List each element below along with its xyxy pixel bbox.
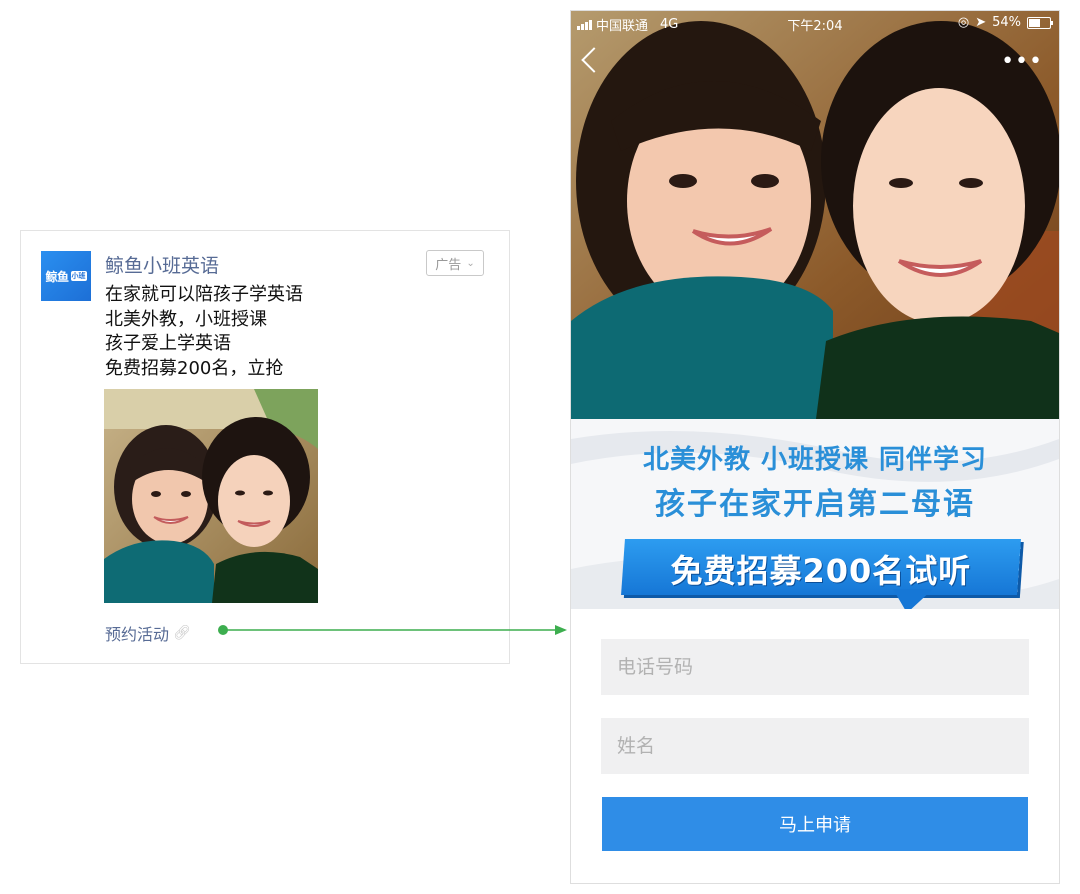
- battery-icon: [1027, 16, 1053, 29]
- ad-body-text: 在家就可以陪孩子学英语 北美外教，小班授课 孩子爱上学英语 免费招募200名，立…: [105, 283, 303, 381]
- location-icon: ➤: [975, 15, 987, 30]
- ad-body-line: 免费招募200名，立抢: [105, 357, 284, 379]
- connector-arrow: [218, 625, 567, 635]
- logo-badge: 小班: [70, 271, 87, 281]
- status-right: ◎ ➤ 54%: [957, 15, 1053, 30]
- ad-link-label: 预约活动: [105, 625, 170, 644]
- ad-body-line: 孩子爱上学英语: [105, 333, 231, 354]
- phone-landing-page: 中国联通 4G 下午2:04 ◎ ➤ 54% ••• 北美外教 小班授课 同伴学…: [570, 10, 1060, 884]
- headline-slogan: 孩子在家开启第二母语: [655, 487, 975, 522]
- moments-ad-card: 鲸鱼 小班 鲸鱼小班英语 广告 ⌄ 在家就可以陪孩子学英语 北美外教，小班授课 …: [20, 230, 510, 664]
- ad-tag-label: 广告: [435, 257, 462, 273]
- brand-logo[interactable]: 鲸鱼 小班: [41, 251, 91, 301]
- rotation-lock-icon: ◎: [957, 15, 970, 30]
- status-bar: 中国联通 4G 下午2:04 ◎ ➤ 54%: [571, 11, 1059, 35]
- name-field[interactable]: [601, 718, 1029, 774]
- ad-photo[interactable]: [104, 389, 318, 603]
- more-icon[interactable]: •••: [1001, 49, 1043, 74]
- apply-now-button[interactable]: 马上申请: [602, 797, 1028, 851]
- phone-number-field[interactable]: [601, 639, 1029, 695]
- ad-tag-button[interactable]: 广告 ⌄: [426, 250, 484, 276]
- ad-body-line: 北美外教，小班授课: [105, 308, 267, 330]
- headline-features: 北美外教 小班授课 同伴学习: [642, 445, 988, 475]
- link-icon: 🔗︎: [173, 625, 191, 641]
- logo-text: 鲸鱼: [45, 269, 69, 284]
- promo-badge: 免费招募200名试听: [621, 539, 1021, 595]
- hero-photo: 中国联通 4G 下午2:04 ◎ ➤ 54% •••: [571, 11, 1059, 419]
- account-name[interactable]: 鲸鱼小班英语: [105, 251, 219, 278]
- ad-action-link[interactable]: 预约活动 🔗︎: [105, 621, 191, 645]
- ad-body-line: 在家就可以陪孩子学英语: [105, 284, 303, 305]
- battery-percent: 54%: [992, 15, 1021, 30]
- promo-text: 免费招募200名试听: [670, 552, 972, 590]
- promo-badge-tail: [893, 589, 933, 609]
- chevron-down-icon: ⌄: [466, 257, 475, 269]
- promo-banner: 北美外教 小班授课 同伴学习 孩子在家开启第二母语 免费招募200名试听: [571, 419, 1059, 609]
